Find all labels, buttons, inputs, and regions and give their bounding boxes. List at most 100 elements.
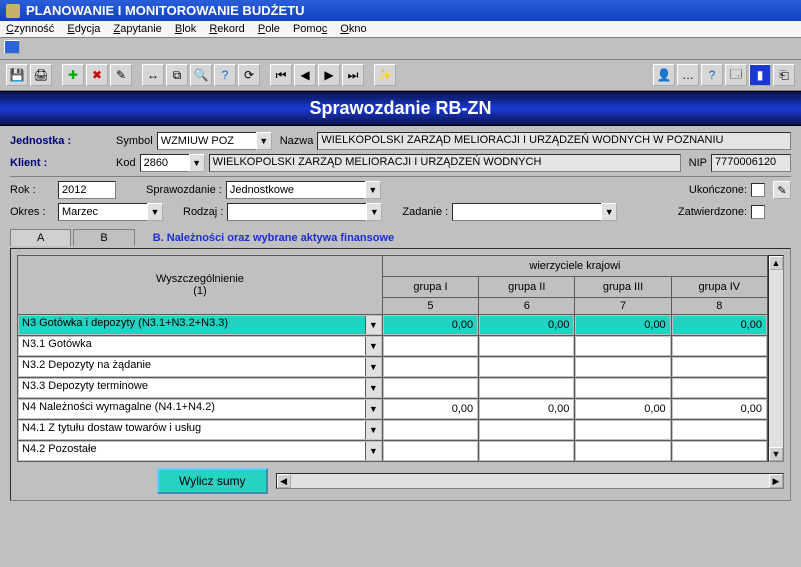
delete-icon[interactable]: ✖ — [86, 64, 108, 86]
ukonczone-checkbox[interactable] — [751, 183, 765, 197]
cell-value[interactable]: 0,00 — [673, 400, 766, 418]
cell-value[interactable] — [673, 379, 766, 397]
next-icon[interactable]: ▶ — [318, 64, 340, 86]
symbol-input[interactable] — [157, 132, 257, 150]
menu-zapytanie[interactable]: Zapytanie — [113, 23, 161, 35]
cell-value[interactable] — [576, 421, 669, 439]
first-icon[interactable]: ⏮ — [270, 64, 292, 86]
table-row[interactable]: N4.1 Z tytułu dostaw towarów i usług▼ — [18, 420, 768, 441]
okres-dropdown-icon[interactable]: ▼ — [147, 203, 163, 221]
cell-value[interactable]: 0,00 — [480, 400, 573, 418]
table-row[interactable]: N3.2 Depozyty na żądanie▼ — [18, 357, 768, 378]
help2-icon[interactable]: ? — [701, 64, 723, 86]
row-dropdown-icon[interactable]: ▼ — [365, 442, 381, 460]
zadanie-input[interactable] — [452, 203, 602, 221]
cell-value[interactable] — [480, 358, 573, 376]
menu-okno[interactable]: Okno — [340, 23, 366, 35]
prev-icon[interactable]: ◀ — [294, 64, 316, 86]
menu-blok[interactable]: Blok — [175, 23, 196, 35]
row-dropdown-icon[interactable]: ▼ — [365, 421, 381, 439]
cell-value[interactable] — [576, 442, 669, 460]
row-dropdown-icon[interactable]: ▼ — [365, 337, 381, 355]
add-icon[interactable]: ✚ — [62, 64, 84, 86]
row-dropdown-icon[interactable]: ▼ — [365, 358, 381, 376]
klient-value: WIELKOPOLSKI ZARZĄD MELIORACJI I URZĄDZE… — [209, 154, 681, 172]
vertical-scrollbar[interactable]: ▲ ▼ — [768, 255, 784, 462]
cell-value[interactable]: 0,00 — [384, 400, 477, 418]
scroll-left-icon[interactable]: ◀ — [277, 474, 291, 488]
help-icon[interactable]: ? — [214, 64, 236, 86]
cell-value[interactable]: 0,00 — [576, 316, 669, 334]
cell-value[interactable]: 0,00 — [576, 400, 669, 418]
table-row[interactable]: N3 Gotówka i depozyty (N3.1+N3.2+N3.3)▼0… — [18, 315, 768, 336]
sprawozdanie-input[interactable] — [226, 181, 366, 199]
row-dropdown-icon[interactable]: ▼ — [365, 316, 381, 334]
mdi-child-icon[interactable] — [4, 40, 20, 54]
table-row[interactable]: N3.1 Gotówka▼ — [18, 336, 768, 357]
nip-label: NIP — [689, 157, 707, 169]
more-icon[interactable]: … — [677, 64, 699, 86]
row-dropdown-icon[interactable]: ▼ — [365, 400, 381, 418]
grid-icon[interactable]: ⧉ — [166, 64, 188, 86]
symbol-dropdown-icon[interactable]: ▼ — [256, 132, 272, 150]
tab-b[interactable]: B — [73, 229, 134, 246]
cell-value[interactable] — [384, 337, 477, 355]
calc-icon[interactable]: 🗔 — [725, 64, 747, 86]
expand-icon[interactable]: ↔ — [142, 64, 164, 86]
menu-rekord[interactable]: Rekord — [209, 23, 244, 35]
cell-value[interactable] — [673, 358, 766, 376]
horizontal-scrollbar[interactable]: ◀ ▶ — [276, 473, 784, 489]
row-dropdown-icon[interactable]: ▼ — [365, 379, 381, 397]
tab-a[interactable]: A — [10, 229, 71, 246]
cell-value[interactable] — [480, 442, 573, 460]
rok-input[interactable] — [58, 181, 116, 199]
cell-value[interactable] — [480, 421, 573, 439]
exit-icon[interactable]: ⎗ — [773, 64, 795, 86]
cell-value[interactable] — [673, 421, 766, 439]
table-row[interactable]: N3.3 Depozyty terminowe▼ — [18, 378, 768, 399]
cell-value[interactable] — [480, 337, 573, 355]
wylicz-sumy-button[interactable]: Wylicz sumy — [157, 468, 268, 494]
kod-input[interactable] — [140, 154, 190, 172]
zadanie-dropdown-icon[interactable]: ▼ — [601, 203, 617, 221]
table-row[interactable]: N4 Należności wymagalne (N4.1+N4.2)▼0,00… — [18, 399, 768, 420]
kod-dropdown-icon[interactable]: ▼ — [189, 154, 205, 172]
cell-value[interactable] — [384, 379, 477, 397]
scroll-right-icon[interactable]: ▶ — [769, 474, 783, 488]
save-icon[interactable]: 💾 — [6, 64, 28, 86]
cell-value[interactable]: 0,00 — [673, 316, 766, 334]
okres-input[interactable] — [58, 203, 148, 221]
cell-value[interactable]: 0,00 — [384, 316, 477, 334]
wand-icon[interactable]: ✨ — [374, 64, 396, 86]
edit-icon[interactable]: ✎ — [110, 64, 132, 86]
sprawozdanie-dropdown-icon[interactable]: ▼ — [365, 181, 381, 199]
last-icon[interactable]: ⏭ — [342, 64, 364, 86]
table-row[interactable]: N4.2 Pozostałe▼ — [18, 441, 768, 462]
rodzaj-dropdown-icon[interactable]: ▼ — [366, 203, 382, 221]
menu-czynnosc[interactable]: Czynność — [6, 23, 54, 35]
cell-value[interactable] — [384, 442, 477, 460]
menu-pole[interactable]: Pole — [258, 23, 280, 35]
rodzaj-input[interactable] — [227, 203, 367, 221]
scroll-up-icon[interactable]: ▲ — [769, 256, 783, 270]
zatwierdzone-checkbox[interactable] — [751, 205, 765, 219]
ukonczone-action-icon[interactable]: ✎ — [773, 181, 791, 199]
search-icon[interactable]: 🔍 — [190, 64, 212, 86]
cell-value[interactable] — [384, 358, 477, 376]
cell-value[interactable] — [673, 337, 766, 355]
admin-icon[interactable]: 👤 — [653, 64, 675, 86]
cell-value[interactable] — [576, 379, 669, 397]
menu-pomoc[interactable]: Pomoc — [293, 23, 327, 35]
cell-value[interactable] — [480, 379, 573, 397]
cell-value[interactable] — [384, 421, 477, 439]
cell-value[interactable] — [576, 337, 669, 355]
screen-icon[interactable]: ▮ — [749, 64, 771, 86]
scroll-down-icon[interactable]: ▼ — [769, 447, 783, 461]
cell-value[interactable] — [576, 358, 669, 376]
refresh-icon[interactable]: ⟳ — [238, 64, 260, 86]
window-title: PLANOWANIE I MONITOROWANIE BUDŻETU — [26, 3, 305, 18]
print-icon[interactable]: 🖨 — [30, 64, 52, 86]
cell-value[interactable] — [673, 442, 766, 460]
menu-edycja[interactable]: Edycja — [67, 23, 100, 35]
cell-value[interactable]: 0,00 — [480, 316, 573, 334]
